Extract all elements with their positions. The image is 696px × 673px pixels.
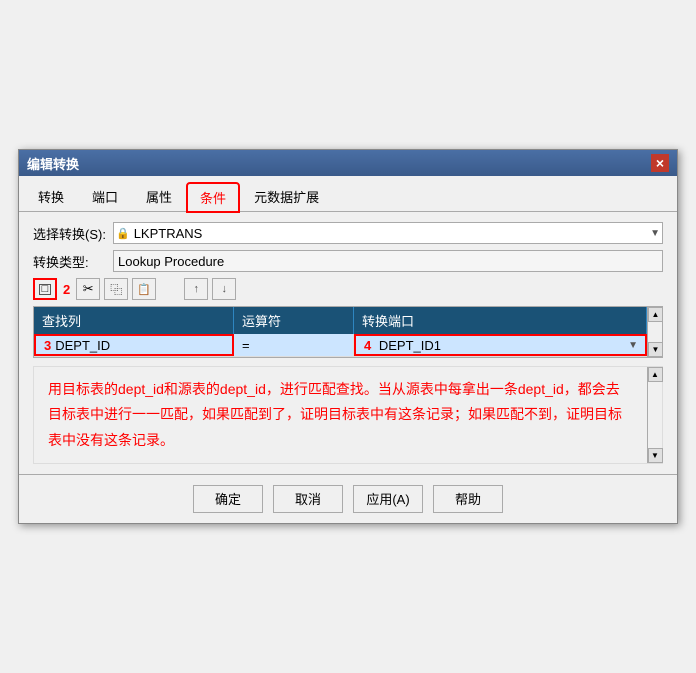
tab-zhuanhuan[interactable]: 转换 xyxy=(25,182,77,211)
apply-button[interactable]: 应用(A) xyxy=(353,485,423,513)
desc-scrollbar: ▲ ▼ xyxy=(647,367,662,463)
toolbar-paste-button[interactable]: 📋 xyxy=(132,278,156,300)
col3-value: DEPT_ID1 xyxy=(379,338,441,353)
select-row: 选择转换(S): 🔒 LKPTRANS ▼ xyxy=(33,222,663,244)
toolbar-arrow-up-button[interactable]: ↑ xyxy=(184,278,208,300)
description-area: 用目标表的dept_id和源表的dept_id，进行匹配查找。当从源表中每拿出一… xyxy=(33,366,663,464)
select-input-wrap: 🔒 LKPTRANS ▼ xyxy=(113,222,663,244)
paste-icon: 📋 xyxy=(137,283,151,296)
cancel-button[interactable]: 取消 xyxy=(273,485,343,513)
tabs-row: 转换 端口 属性 条件 元数据扩展 xyxy=(19,178,677,212)
col-header-lookup: 查找列 xyxy=(34,307,234,334)
dialog-window: 编辑转换 × 转换 端口 属性 条件 元数据扩展 选择转换(S): 🔒 LKPT… xyxy=(18,149,678,524)
tab-shuxing[interactable]: 属性 xyxy=(133,182,185,211)
table-cell-col3[interactable]: 4 DEPT_ID1 ▼ xyxy=(354,334,647,356)
tab-duankou[interactable]: 端口 xyxy=(79,182,131,211)
type-value: Lookup Procedure xyxy=(113,250,663,272)
tab-tiaojian[interactable]: 条件 xyxy=(187,183,239,212)
table-main: 查找列 运算符 转换端口 3 DEPT_ID = 4 DEPT_ID1 xyxy=(34,307,647,357)
table-header: 查找列 运算符 转换端口 xyxy=(34,307,647,334)
scrollbar-up-btn[interactable]: ▲ xyxy=(648,307,663,322)
desc-scrollbar-down-btn[interactable]: ▼ xyxy=(648,448,663,463)
confirm-button[interactable]: 确定 xyxy=(193,485,263,513)
scissors-icon: ✂ xyxy=(83,281,94,297)
toolbar-copy-button[interactable]: ⿻ xyxy=(104,278,128,300)
table-cell-col2: = xyxy=(234,334,354,356)
dialog-footer: 确定 取消 应用(A) 帮助 xyxy=(19,474,677,523)
table-row[interactable]: 3 DEPT_ID = 4 DEPT_ID1 ▼ xyxy=(34,334,647,357)
desc-scrollbar-up-btn[interactable]: ▲ xyxy=(648,367,663,382)
desc-main: 用目标表的dept_id和源表的dept_id，进行匹配查找。当从源表中每拿出一… xyxy=(34,367,647,463)
conditions-table: 查找列 运算符 转换端口 3 DEPT_ID = 4 DEPT_ID1 xyxy=(33,306,663,358)
select-dropdown-arrow: ▼ xyxy=(650,228,660,239)
toolbar-new-button[interactable]: □ xyxy=(33,278,57,300)
scrollbar-down-btn[interactable]: ▼ xyxy=(648,342,663,357)
type-label: 转换类型: xyxy=(33,252,113,271)
arrow-up-icon: ↑ xyxy=(193,283,199,295)
table-scrollbar: ▲ ▼ xyxy=(647,307,662,357)
transform-select[interactable]: 🔒 LKPTRANS ▼ xyxy=(113,222,663,244)
col-header-operator: 运算符 xyxy=(234,307,354,334)
tab-yuanshu[interactable]: 元数据扩展 xyxy=(241,182,332,211)
table-cell-col1[interactable]: 3 DEPT_ID xyxy=(34,334,234,356)
close-button[interactable]: × xyxy=(651,154,669,172)
lock-icon: 🔒 xyxy=(116,227,130,240)
col3-dropdown-arrow: ▼ xyxy=(628,340,638,351)
dialog-title: 编辑转换 xyxy=(27,154,79,173)
arrow-down-icon: ↓ xyxy=(221,283,227,295)
col1-value: DEPT_ID xyxy=(55,338,110,353)
new-doc-icon: □ xyxy=(39,284,51,295)
col-header-port: 转换端口 xyxy=(354,307,647,334)
title-bar: 编辑转换 × xyxy=(19,150,677,176)
select-label: 选择转换(S): xyxy=(33,224,113,243)
dialog-body: 选择转换(S): 🔒 LKPTRANS ▼ 转换类型: Lookup Proce… xyxy=(19,212,677,474)
type-row: 转换类型: Lookup Procedure xyxy=(33,250,663,272)
help-button[interactable]: 帮助 xyxy=(433,485,503,513)
toolbar-arrow-down-button[interactable]: ↓ xyxy=(212,278,236,300)
description-text: 用目标表的dept_id和源表的dept_id，进行匹配查找。当从源表中每拿出一… xyxy=(48,377,633,453)
toolbar-number-2: 2 xyxy=(63,282,70,297)
toolbar-scissors-button[interactable]: ✂ xyxy=(76,278,100,300)
select-value: LKPTRANS xyxy=(134,226,203,241)
toolbar: □ 2 ✂ ⿻ 📋 ↑ ↓ xyxy=(33,278,663,300)
copy-icon: ⿻ xyxy=(110,281,122,298)
type-input-wrap: Lookup Procedure xyxy=(113,250,663,272)
number-3: 3 xyxy=(44,338,51,353)
number-4: 4 xyxy=(364,338,371,353)
